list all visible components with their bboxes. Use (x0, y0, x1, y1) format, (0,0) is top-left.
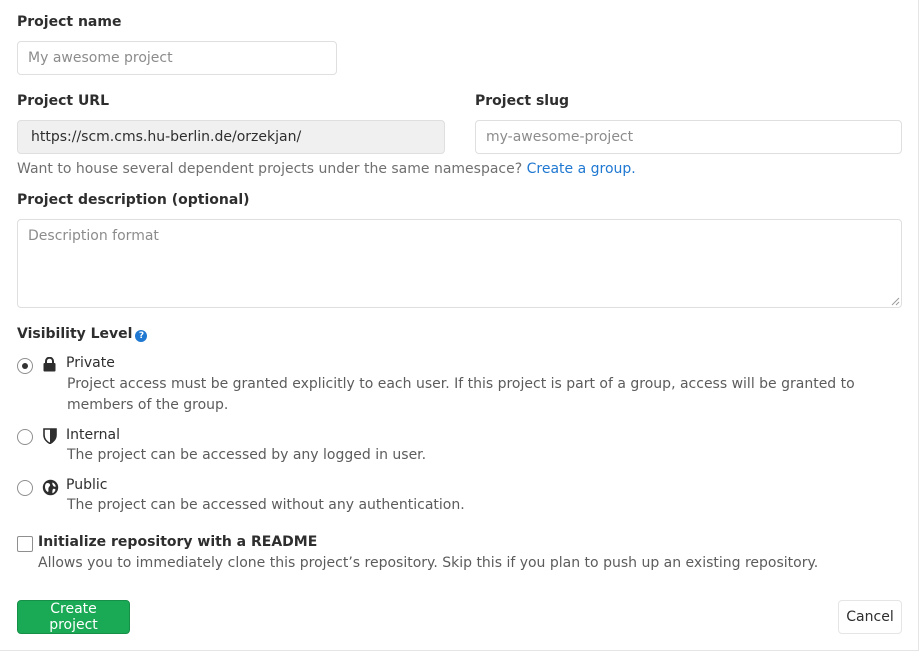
initialize-readme-label[interactable]: Initialize repository with a README (38, 534, 317, 550)
visibility-public-title: Public (66, 477, 108, 493)
description-textarea[interactable] (17, 219, 902, 308)
create-project-button[interactable]: Create project (17, 600, 130, 634)
visibility-level-label: Visibility Level? (17, 326, 148, 342)
project-url-field: https://scm.cms.hu-berlin.de/orzekjan/ (17, 120, 445, 154)
visibility-level-title: Visibility Level (17, 326, 133, 342)
visibility-private-description: Project access must be granted explicitl… (67, 376, 855, 413)
globe-icon (42, 479, 59, 496)
initialize-readme-checkbox[interactable] (17, 536, 33, 552)
visibility-public-radio[interactable] (17, 480, 33, 496)
project-slug-label: Project slug (475, 93, 570, 109)
lock-icon (43, 357, 56, 372)
question-circle-icon[interactable]: ? (135, 330, 148, 342)
namespace-help-text: Want to house several dependent projects… (17, 161, 636, 177)
visibility-private-radio[interactable] (17, 358, 33, 374)
visibility-private-title: Private (66, 355, 115, 371)
project-url-label: Project URL (17, 93, 110, 109)
visibility-internal-radio[interactable] (17, 429, 33, 445)
initialize-readme-description: Allows you to immediately clone this pro… (38, 555, 819, 571)
description-label: Project description (optional) (17, 192, 250, 208)
create-group-link[interactable]: Create a group. (527, 161, 636, 177)
project-name-input[interactable] (17, 41, 337, 75)
new-project-form: Project name Project URL https://scm.cms… (0, 0, 919, 651)
project-name-label: Project name (17, 14, 122, 30)
visibility-internal-description: The project can be accessed by any logge… (67, 447, 427, 463)
namespace-help-message: Want to house several dependent projects… (17, 161, 523, 177)
project-url-value: https://scm.cms.hu-berlin.de/orzekjan/ (31, 129, 302, 145)
project-slug-input[interactable] (475, 120, 902, 154)
visibility-internal-title: Internal (66, 427, 120, 443)
resize-handle-icon[interactable] (890, 296, 900, 306)
shield-icon (43, 428, 57, 444)
cancel-button[interactable]: Cancel (838, 600, 902, 634)
visibility-public-description: The project can be accessed without any … (67, 497, 465, 513)
